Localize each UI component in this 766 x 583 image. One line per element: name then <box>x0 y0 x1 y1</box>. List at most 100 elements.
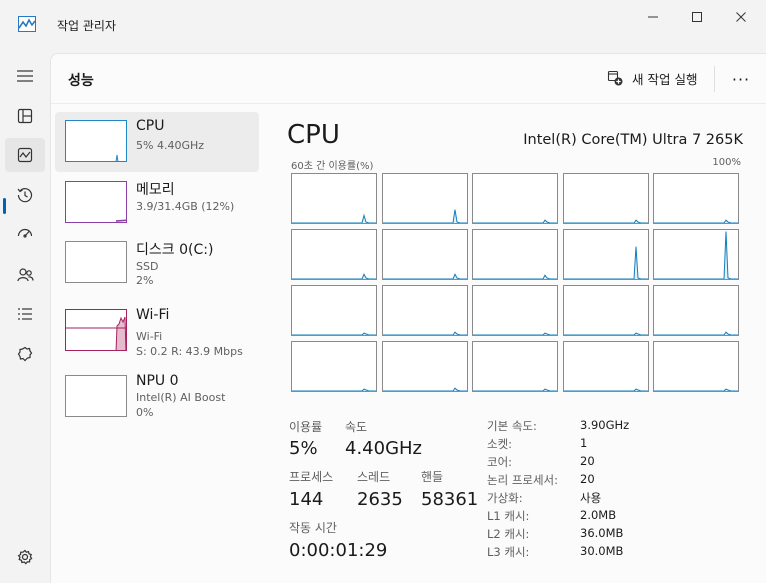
cpu-core-graph <box>291 285 377 336</box>
cpu-core-graph <box>472 173 558 224</box>
utilization-value: 5% <box>289 438 318 459</box>
uptime-value: 0:00:01:29 <box>289 540 388 561</box>
cpu-core-graph <box>562 285 649 336</box>
graph-max-label: 100% <box>712 157 741 168</box>
speed-value: 4.40GHz <box>345 438 423 459</box>
device-name: NPU 0 <box>136 373 179 389</box>
performance-icon <box>17 147 33 163</box>
nav-item-performance[interactable] <box>5 138 45 172</box>
run-new-task-button[interactable]: 새 작업 실행 <box>607 68 697 88</box>
cpu-core-graph-line <box>563 219 648 223</box>
device-item-npu[interactable]: NPU 0 Intel(R) AI Boost 0% <box>55 367 259 427</box>
handles-value: 58361 <box>421 489 479 510</box>
cpu-core-graph <box>291 341 377 392</box>
device-item-disk[interactable]: 디스크 0(C:) SSD 2% <box>55 233 259 293</box>
spec-value: 사용 <box>580 491 602 505</box>
nav-item-processes[interactable] <box>5 99 45 133</box>
cpu-core-graph <box>381 229 468 280</box>
spec-label: 논리 프로세서: <box>487 473 559 487</box>
uptime-label: 작동 시간 <box>289 521 337 535</box>
spec-value: 36.0MB <box>580 526 624 540</box>
threads-value: 2635 <box>357 489 403 510</box>
cpu-core-graph <box>381 341 468 392</box>
cpu-core-graph-line <box>563 332 648 335</box>
device-name: 디스크 0(C:) <box>136 242 214 258</box>
device-item-memory[interactable]: 메모리 3.9/31.4GB (12%) <box>55 173 259 233</box>
cpu-core-graph <box>472 341 558 392</box>
cpu-core-graph <box>381 173 468 224</box>
device-detail: 3.9/31.4GB (12%) <box>136 200 235 213</box>
cpu-core-graph-line <box>654 388 738 391</box>
spec-label: 기본 속도: <box>487 419 537 433</box>
nav-item-details[interactable] <box>5 297 45 331</box>
gear-icon <box>17 549 33 565</box>
spec-label: L1 캐시: <box>487 509 530 523</box>
more-options-button[interactable]: ··· <box>727 66 755 92</box>
cpu-core-graph <box>472 229 558 280</box>
cpu-core-graph <box>562 173 649 224</box>
maximize-icon <box>692 12 702 22</box>
hamburger-icon <box>17 70 33 82</box>
run-new-task-label: 새 작업 실행 <box>632 71 698 87</box>
page-header: 성능 새 작업 실행 ··· <box>51 54 766 104</box>
main-content: 성능 새 작업 실행 ··· CPU 5% 4.40GHz 메모리 3.9/31… <box>50 53 766 583</box>
minimize-button[interactable] <box>630 6 676 28</box>
cpu-core-graph-line <box>292 273 376 279</box>
task-manager-app-icon <box>18 16 36 32</box>
device-item-cpu[interactable]: CPU 5% 4.40GHz <box>55 112 259 172</box>
threads-label: 스레드 <box>357 470 391 484</box>
cpu-model-name: Intel(R) Core(TM) Ultra 7 265K <box>523 132 743 148</box>
page-title: 성능 <box>68 73 94 89</box>
services-icon <box>17 346 33 362</box>
cpu-core-graph <box>653 341 739 392</box>
nav-item-app-history[interactable] <box>5 178 45 212</box>
cpu-core-graph <box>291 173 377 224</box>
cpu-core-graph-line <box>654 219 738 223</box>
nav-menu-button[interactable] <box>5 59 45 93</box>
cpu-core-graph <box>291 229 377 280</box>
cpu-core-graph-line <box>292 388 376 391</box>
nav-item-settings[interactable] <box>5 540 45 574</box>
cpu-core-graph-line <box>473 219 557 223</box>
cpu-core-graph-line <box>382 273 467 279</box>
cpu-core-graph <box>653 173 739 224</box>
nav-rail <box>0 50 50 583</box>
processes-icon <box>17 108 33 124</box>
cpu-core-graph <box>381 285 468 336</box>
cpu-thumbnail <box>65 120 127 162</box>
header-divider <box>714 66 715 92</box>
spec-label: 소켓: <box>487 437 513 451</box>
title-bar: 작업 관리자 <box>0 0 766 50</box>
more-options-icon: ··· <box>731 69 751 89</box>
startup-apps-icon <box>17 228 33 238</box>
cpu-core-graph-line <box>654 331 738 335</box>
nav-item-users[interactable] <box>5 258 45 292</box>
spec-value: 20 <box>580 454 595 468</box>
device-detail: 5% 4.40GHz <box>136 139 205 152</box>
users-icon <box>16 268 34 282</box>
device-detail: SSD <box>136 260 159 273</box>
close-button[interactable] <box>718 6 764 28</box>
disk-thumbnail <box>65 241 127 283</box>
device-detail-2: 0% <box>136 406 154 419</box>
cpu-core-graph <box>472 285 558 336</box>
cpu-core-graph-line <box>654 231 738 279</box>
maximize-button[interactable] <box>674 6 720 28</box>
device-detail: Wi-Fi <box>136 330 163 343</box>
device-item-wifi[interactable]: Wi-Fi Wi-Fi S: 0.2 R: 43.9 Mbps <box>55 301 259 361</box>
cpu-core-graph-line <box>292 332 376 335</box>
device-name: CPU <box>136 118 165 134</box>
cpu-core-graph-line <box>473 274 557 279</box>
nav-item-services[interactable] <box>5 337 45 371</box>
cpu-core-graph-line <box>473 332 557 335</box>
spec-value: 20 <box>580 472 595 486</box>
details-icon <box>18 308 32 320</box>
npu-thumbnail <box>65 375 127 417</box>
device-detail-2: 2% <box>136 274 154 287</box>
cpu-core-graph-line <box>382 387 467 391</box>
cpu-core-graph-line <box>563 388 648 391</box>
graph-caption: 60초 간 이용률(%) <box>291 161 374 172</box>
window-title: 작업 관리자 <box>57 19 117 33</box>
nav-item-startup-apps[interactable] <box>5 218 45 252</box>
spec-value: 1 <box>580 436 588 450</box>
